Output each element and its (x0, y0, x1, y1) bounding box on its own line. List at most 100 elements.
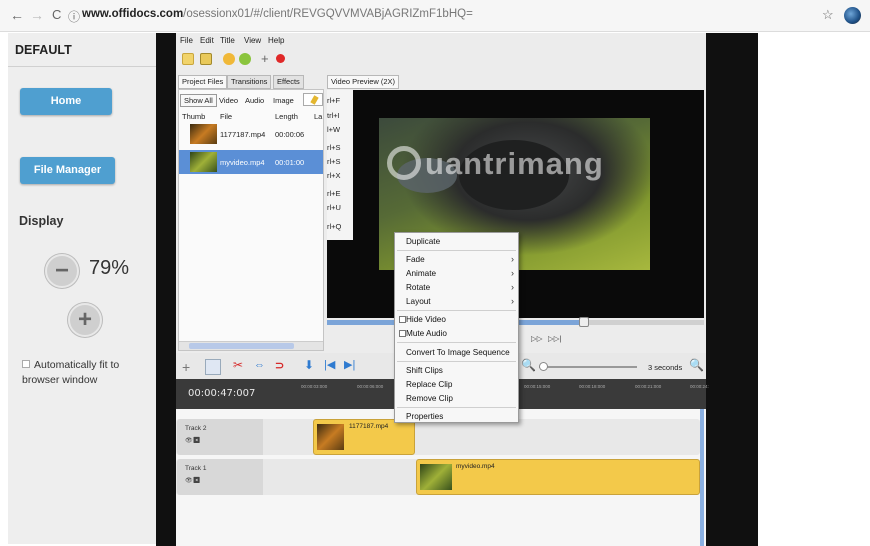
menu-file[interactable]: File (180, 36, 193, 45)
back-icon[interactable]: ← (10, 7, 24, 23)
track-row[interactable]: Track 1 👁◀ myvideo.mp4 (176, 459, 700, 495)
hide-video-checkbox[interactable] (399, 316, 406, 323)
project-files-panel: Show All Video Audio Image Thumb File Le… (178, 89, 324, 351)
zoom-in-button[interactable]: + (68, 303, 102, 337)
snap-icon[interactable]: ⇔ (254, 359, 265, 371)
menu-item-rotate[interactable]: Rotate (406, 283, 430, 292)
menu-item-mute-audio[interactable]: Mute Audio (406, 329, 447, 338)
profile-avatar-icon[interactable] (844, 7, 861, 24)
razor-icon[interactable]: ✂ (233, 358, 243, 372)
select-tool-icon[interactable] (205, 359, 221, 375)
file-name: myvideo.mp4 (220, 158, 265, 167)
menu-item-properties[interactable]: Properties (406, 412, 443, 421)
menu-separator (397, 361, 516, 362)
bookmark-star-icon[interactable]: ☆ (822, 7, 834, 23)
menu-item-convert-image-sequence[interactable]: Convert To Image Sequence (406, 348, 510, 357)
horizontal-scrollbar[interactable] (179, 341, 323, 350)
zoom-slider[interactable] (539, 362, 637, 371)
display-label: Display (19, 214, 64, 228)
column-la: La (314, 112, 323, 121)
menu-item-duplicate[interactable]: Duplicate (406, 237, 440, 246)
menu-separator (397, 250, 516, 251)
home-button[interactable]: Home (20, 88, 112, 115)
zoom-out-timeline-icon[interactable]: 🔍 (521, 358, 536, 372)
zoom-value: 79% (89, 257, 130, 279)
previous-marker-icon[interactable]: |◀ (324, 358, 335, 371)
jump-end-icon[interactable]: ▷▷| (548, 334, 561, 343)
undo-icon[interactable] (223, 53, 235, 65)
add-track-icon[interactable]: + (182, 359, 190, 375)
file-row[interactable]: 1177187.mp4 00:00:06 (179, 122, 323, 146)
ruler-tick: 00:00:15:000 (524, 384, 551, 389)
track-row[interactable]: Track 2 👁◀ 1177187.mp4 (176, 419, 700, 455)
filter-video[interactable]: Video (219, 96, 238, 105)
tab-effects[interactable]: Effects (273, 75, 304, 89)
zoom-slider-handle[interactable] (539, 362, 548, 371)
tab-transitions[interactable]: Transitions (227, 75, 272, 89)
filter-show-all[interactable]: Show All (180, 94, 217, 107)
filter-search-input[interactable] (303, 93, 323, 106)
playhead-line[interactable] (700, 409, 704, 546)
fast-forward-icon[interactable]: ▷▷ (531, 334, 543, 343)
add-track-icon[interactable]: + (261, 51, 269, 66)
menu-view[interactable]: View (244, 36, 261, 45)
chevron-right-icon: › (511, 296, 514, 306)
scrollbar-thumb[interactable] (189, 343, 294, 349)
record-icon[interactable] (276, 54, 285, 63)
file-manager-button[interactable]: File Manager (20, 157, 115, 184)
menu-item-remove-clip[interactable]: Remove Clip (406, 394, 453, 403)
column-thumb: Thumb (182, 112, 206, 121)
filter-audio[interactable]: Audio (245, 96, 264, 105)
frame-right (706, 33, 758, 546)
filter-image[interactable]: Image (273, 96, 294, 105)
menu-item-replace-clip[interactable]: Replace Clip (406, 380, 452, 389)
sidebar-title: DEFAULT (15, 43, 72, 57)
column-length: Length (275, 112, 298, 121)
import-icon[interactable]: ⬇ (304, 358, 314, 372)
menu-help[interactable]: Help (268, 36, 284, 45)
file-length: 00:01:00 (275, 158, 305, 167)
menu-item-animate[interactable]: Animate (406, 269, 436, 278)
timeline-clip[interactable]: myvideo.mp4 (416, 459, 700, 495)
menu-title[interactable]: Title (220, 36, 235, 45)
redo-icon[interactable] (239, 53, 251, 65)
clip-thumbnail (317, 424, 344, 450)
tab-project-files[interactable]: Project Files (178, 75, 228, 89)
tab-video-preview[interactable]: Video Preview (2X) (327, 75, 400, 89)
save-project-icon[interactable] (200, 53, 212, 65)
column-file: File (220, 112, 233, 121)
visibility-audio-icon[interactable]: 👁◀ (185, 437, 200, 444)
zoom-level-label: 3 seconds (648, 363, 683, 372)
zoom-out-button[interactable]: − (45, 254, 79, 288)
shortcut: rl+Q (327, 222, 342, 231)
ruler-tick: 00:00:03:000 (301, 384, 328, 389)
menu-item-layout[interactable]: Layout (406, 297, 431, 306)
seek-handle[interactable] (579, 317, 589, 327)
add-marker-icon[interactable]: ⊃ (275, 359, 284, 372)
watermark-text: uantrimang (425, 146, 604, 181)
visibility-audio-icon[interactable]: 👁◀ (185, 477, 200, 484)
track-header: Track 2 👁◀ (177, 419, 263, 455)
info-icon[interactable]: ⓘ (68, 8, 80, 25)
chevron-right-icon: › (511, 254, 514, 264)
new-project-icon[interactable] (182, 53, 194, 65)
menu-item-shift-clips[interactable]: Shift Clips (406, 366, 443, 375)
context-menu: Duplicate Fade › Animate › Rotate › Layo… (394, 232, 519, 423)
timeline-clip[interactable]: 1177187.mp4 (313, 419, 415, 455)
forward-icon[interactable]: → (30, 7, 44, 23)
file-row-selected[interactable]: myvideo.mp4 00:01:00 (179, 150, 323, 174)
file-name: 1177187.mp4 (220, 130, 266, 139)
reload-icon[interactable]: C (52, 7, 61, 22)
autofit-label: Automatically fit to browser window (22, 359, 120, 386)
menu-separator (397, 407, 516, 408)
next-marker-icon[interactable]: ▶| (344, 358, 355, 371)
address-bar[interactable]: www.offidocs.com/osessionx01/#/client/RE… (82, 8, 473, 20)
mute-audio-checkbox[interactable] (399, 330, 406, 337)
menu-item-fade[interactable]: Fade (406, 255, 425, 264)
zoom-in-timeline-icon[interactable]: 🔍 (689, 358, 704, 372)
frame-left (156, 33, 176, 546)
menu-item-hide-video[interactable]: Hide Video (406, 315, 446, 324)
video-editor-window: File Edit Title View Help + Project File… (176, 33, 709, 546)
menu-edit[interactable]: Edit (200, 36, 214, 45)
shortcut: l+W (327, 125, 341, 134)
